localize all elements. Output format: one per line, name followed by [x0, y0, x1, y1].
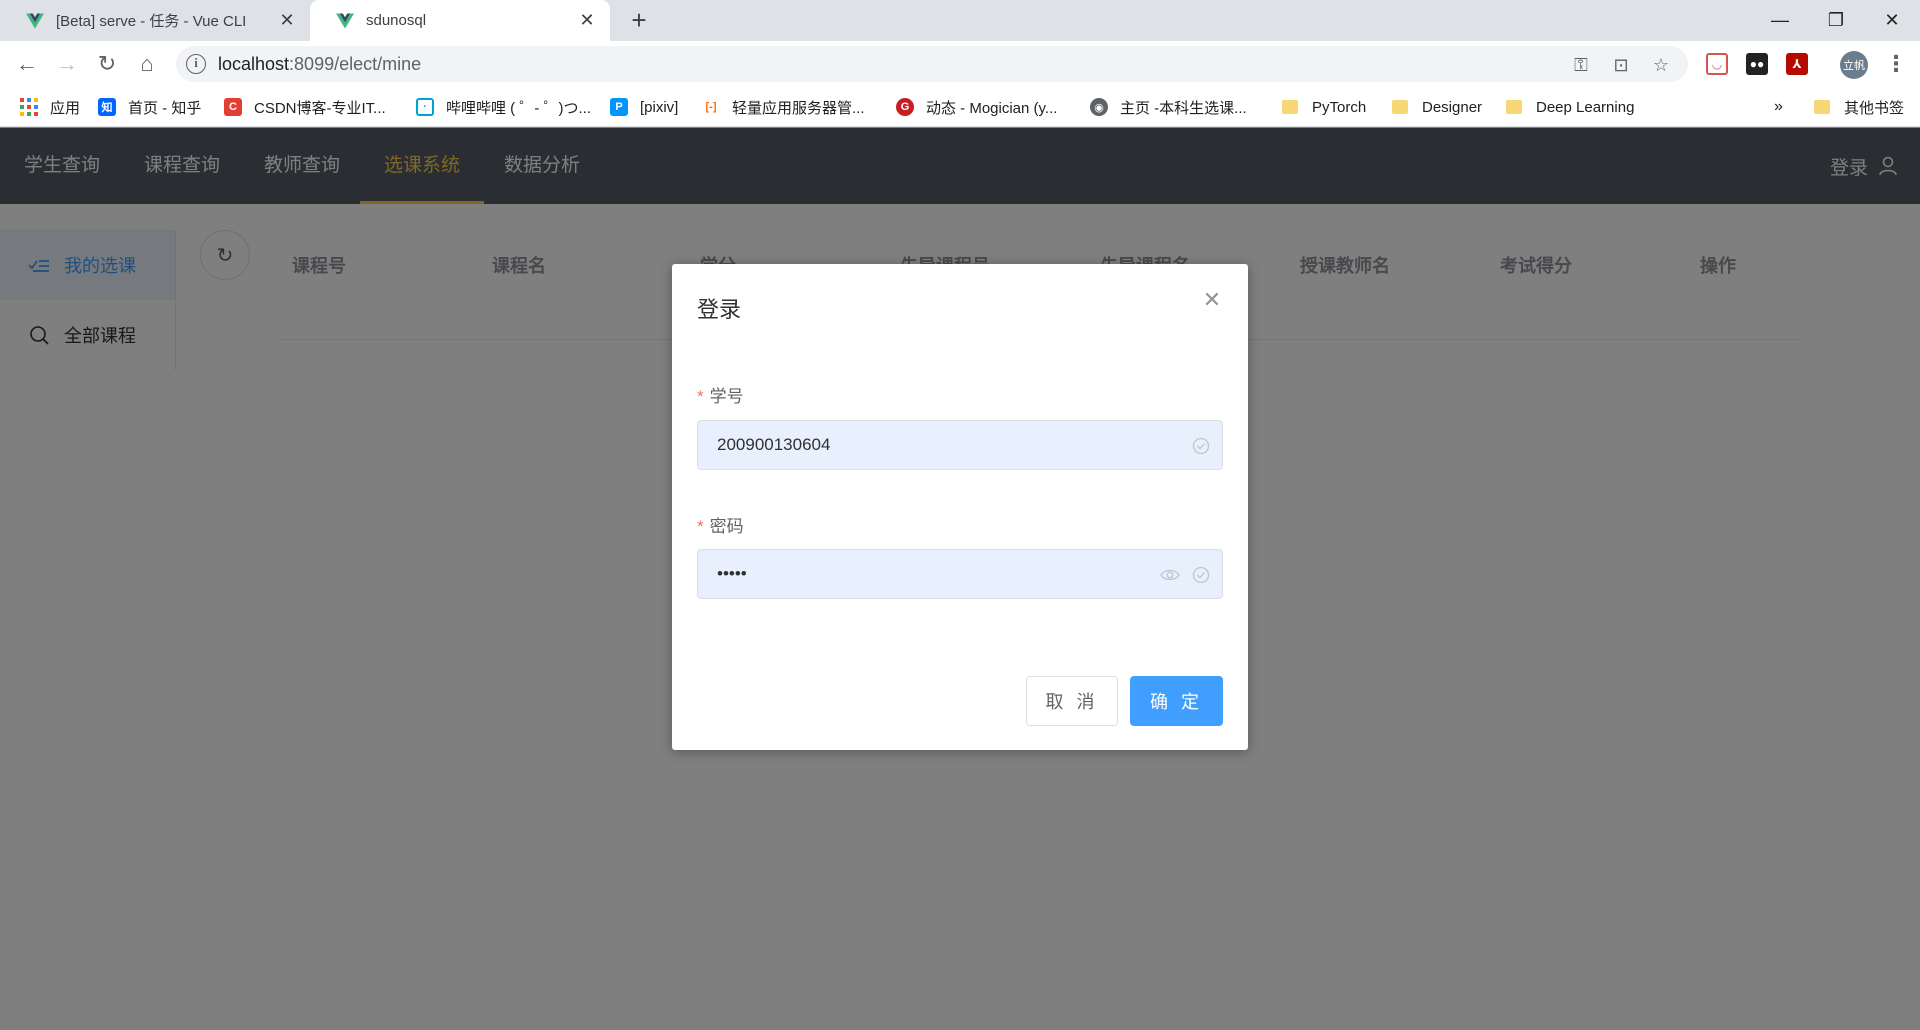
url-text[interactable]: localhost:8099/elect/mine [218, 54, 421, 75]
password-field[interactable] [697, 549, 1223, 599]
close-icon[interactable]: ✕ [1202, 289, 1222, 311]
folder-icon [1282, 100, 1298, 114]
bookmark-label: 其他书签 [1844, 99, 1905, 117]
bookmark-label: 动态 - Mogician (y... [926, 99, 1058, 117]
cancel-button[interactable]: 取 消 [1026, 676, 1118, 726]
password-input[interactable] [698, 550, 1138, 598]
address-bar[interactable]: i localhost:8099/elect/mine ⚿ ⊡ ☆ [176, 46, 1688, 82]
bookmark-label: Deep Learning [1536, 98, 1635, 116]
site-info-icon[interactable]: i [186, 54, 206, 74]
browser-tab-active[interactable]: sdunosql ✕ [310, 0, 610, 41]
bookmark-folder-deep-learning[interactable]: Deep Learning [1506, 96, 1634, 118]
zhihu-icon: 知 [98, 98, 116, 116]
bookmarks-bar: 应用 知 首页 - 知乎 C CSDN博客-专业IT... · 哔哩哔哩 ( ゜… [0, 87, 1920, 127]
student-id-input[interactable] [698, 421, 1138, 469]
check-circle-icon [1192, 437, 1210, 455]
back-icon[interactable]: ← [12, 49, 42, 79]
bookmark-label: Designer [1422, 98, 1483, 116]
browser-menu-icon[interactable]: ⋮ [1884, 49, 1908, 79]
forward-icon[interactable]: → [52, 49, 82, 79]
bookmark-aliyun[interactable]: [-] 轻量应用服务器管... [702, 96, 865, 118]
pocket-extension-icon[interactable]: ◡ [1706, 53, 1728, 75]
bookmarks-more-button[interactable]: » [1774, 96, 1783, 118]
login-dialog: 登录 ✕ *学号 *密码 取 消 确 定 [672, 264, 1248, 750]
pixiv-icon: P [610, 98, 628, 116]
profile-avatar[interactable]: 立帆 [1840, 51, 1868, 79]
bookmark-pixiv[interactable]: P [pixiv] [610, 96, 678, 118]
tab-title: sdunosql [366, 12, 427, 29]
bookmark-apps[interactable]: 应用 [20, 96, 80, 118]
bookmark-zhihu[interactable]: 知 首页 - 知乎 [98, 96, 201, 118]
bookmark-label: [pixiv] [640, 98, 679, 116]
bookmark-label: 应用 [50, 99, 81, 117]
bookmark-label: 轻量应用服务器管... [732, 99, 865, 117]
password-label: * 密码 [697, 517, 744, 536]
star-icon[interactable]: ☆ [1650, 54, 1672, 76]
pdf-extension-icon[interactable]: ⅄ [1786, 53, 1808, 75]
home-icon[interactable]: ⌂ [132, 49, 162, 79]
bookmark-folder-designer[interactable]: Designer [1392, 96, 1482, 118]
key-icon[interactable]: ⚿ [1570, 54, 1592, 76]
close-icon[interactable]: ✕ [278, 10, 296, 31]
confirm-button[interactable]: 确 定 [1130, 676, 1223, 726]
folder-icon [1814, 100, 1830, 114]
tampermonkey-extension-icon[interactable]: ●● [1746, 53, 1768, 75]
bookmark-gitee[interactable]: G 动态 - Mogician (y... [896, 96, 1057, 118]
translate-icon[interactable]: ⊡ [1610, 54, 1632, 76]
browser-tab[interactable]: [Beta] serve - 任务 - Vue CLI ✕ [0, 0, 310, 41]
minimize-icon[interactable]: — [1752, 0, 1808, 41]
vue-icon [26, 13, 44, 28]
new-tab-button[interactable]: + [624, 6, 654, 36]
bookmark-folder-pytorch[interactable]: PyTorch [1282, 96, 1366, 118]
eye-icon[interactable] [1160, 566, 1180, 584]
bookmark-other[interactable]: 其他书签 [1814, 96, 1904, 118]
required-marker: * [697, 517, 704, 536]
gitee-icon: G [896, 98, 914, 116]
bookmark-label: CSDN博客-专业IT... [254, 99, 386, 117]
browser-tabstrip: [Beta] serve - 任务 - Vue CLI ✕ sdunosql ✕… [0, 0, 1920, 41]
student-id-label: * 学号 [697, 387, 744, 406]
student-id-field[interactable] [697, 420, 1223, 470]
required-marker: * [697, 387, 704, 406]
bilibili-icon: · [416, 98, 434, 116]
bookmark-csdn[interactable]: C CSDN博客-专业IT... [224, 96, 386, 118]
bookmark-label: PyTorch [1312, 98, 1367, 116]
bookmark-bilibili[interactable]: · 哔哩哔哩 ( ゜- ゜)つ... [416, 96, 591, 118]
globe-icon: ◉ [1090, 98, 1108, 116]
window-close-icon[interactable]: ✕ [1864, 0, 1920, 41]
bookmark-label: 哔哩哔哩 ( ゜- ゜)つ... [446, 99, 591, 117]
bookmark-label: 主页 -本科生选课... [1120, 99, 1247, 117]
check-circle-icon [1192, 566, 1210, 584]
aliyun-icon: [-] [702, 98, 720, 116]
vue-icon [336, 13, 354, 28]
close-icon[interactable]: ✕ [578, 10, 596, 31]
reload-icon[interactable]: ↻ [92, 49, 122, 79]
dialog-title: 登录 [697, 297, 742, 322]
browser-toolbar: ← → ↻ ⌂ i localhost:8099/elect/mine ⚿ ⊡ … [0, 41, 1920, 87]
folder-icon [1506, 100, 1522, 114]
bookmark-course[interactable]: ◉ 主页 -本科生选课... [1090, 96, 1247, 118]
csdn-icon: C [224, 98, 242, 116]
bookmark-label: 首页 - 知乎 [128, 99, 202, 117]
tab-title: [Beta] serve - 任务 - Vue CLI [56, 13, 247, 30]
apps-grid-icon [20, 98, 38, 116]
folder-icon [1392, 100, 1408, 114]
restore-icon[interactable]: ❐ [1808, 0, 1864, 41]
